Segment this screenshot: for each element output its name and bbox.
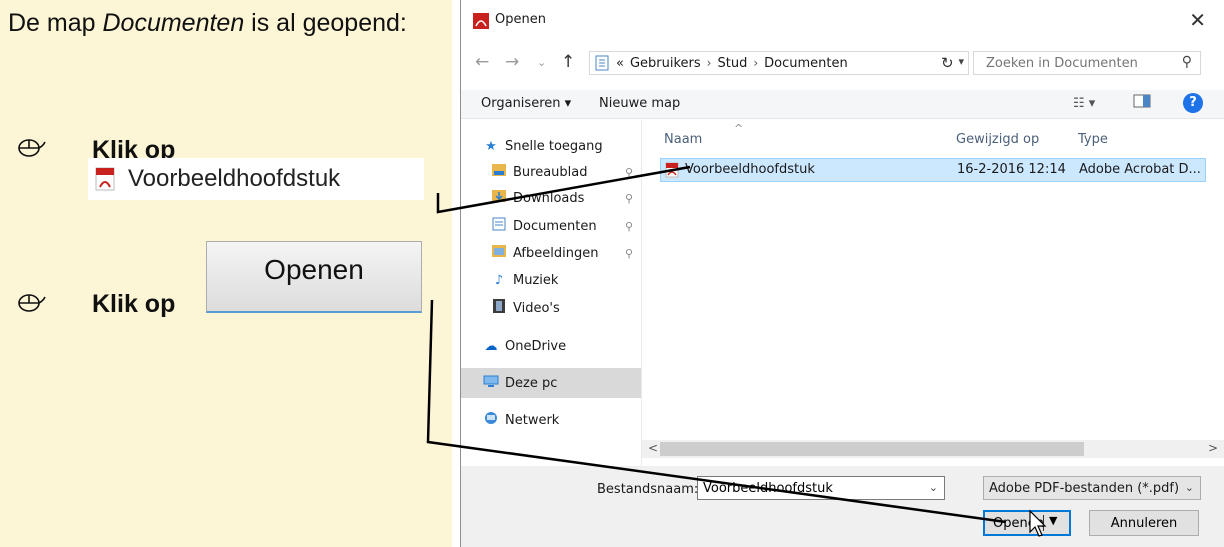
scrollbar-thumb[interactable] (660, 442, 1084, 456)
forward-arrow-icon[interactable]: → (505, 52, 519, 72)
pictures-folder-icon (491, 245, 507, 261)
breadcrumb-separator-icon: › (753, 56, 759, 70)
acrobat-icon (473, 13, 489, 29)
breadcrumb-stud[interactable]: Stud (717, 56, 747, 71)
pin-icon[interactable]: ⚲ (625, 166, 633, 179)
up-arrow-icon[interactable]: ↑ (561, 52, 575, 72)
search-box[interactable]: ⚲ (973, 51, 1201, 75)
sample-file-item: Voorbeeldhoofdstuk (88, 158, 424, 200)
close-icon[interactable]: ✕ (1189, 8, 1206, 32)
chevron-down-icon[interactable]: ⌄ (929, 481, 938, 494)
nav-netwerk[interactable]: Netwerk (483, 408, 559, 432)
nav-downloads[interactable]: Downloads (491, 186, 584, 210)
file-modified: 16-2-2016 12:14 (957, 162, 1066, 177)
network-icon (483, 411, 499, 429)
horizontal-scrollbar[interactable]: < > (642, 440, 1224, 458)
breadcrumb-documenten[interactable]: Documenten (764, 56, 848, 71)
step2-label: Klik op (92, 290, 176, 318)
scroll-right-icon[interactable]: > (1208, 441, 1218, 455)
breadcrumb-gebruikers[interactable]: Gebruikers (630, 56, 701, 71)
filetype-select[interactable]: Adobe PDF-bestanden (*.pdf) ⌄ (983, 476, 1201, 500)
recent-chevron-icon[interactable]: ⌄ (537, 56, 546, 69)
sample-file-name: Voorbeeldhoofdstuk (128, 165, 341, 192)
pin-icon[interactable]: ⚲ (625, 192, 633, 205)
file-list: Naam ^ Gewijzigd op Type Voorbeeldhoofds… (642, 120, 1224, 466)
view-options-icon[interactable]: ☷ ▾ (1073, 96, 1095, 111)
preview-pane-icon[interactable] (1133, 94, 1151, 112)
open-dropdown-arrow-icon[interactable]: ▼ (1049, 514, 1057, 527)
pdf-file-icon (665, 162, 679, 178)
navigation-pane: ★ Snelle toegang Bureaublad ⚲ Downloads ⚲… (461, 120, 642, 466)
filename-combobox[interactable]: ⌄ (697, 476, 945, 500)
open-button[interactable]: Openen ▼ (983, 510, 1071, 536)
address-bar[interactable]: « Gebruikers › Stud › Documenten ▾ (589, 51, 969, 75)
split-divider (1043, 515, 1044, 531)
pdf-file-icon (95, 167, 115, 191)
instruction-panel: De map Documenten is al geopend: Klik op… (0, 0, 452, 547)
desktop-folder-icon (491, 164, 507, 180)
pin-icon[interactable]: ⚲ (625, 247, 633, 260)
nav-videos[interactable]: Video's (491, 296, 560, 320)
sample-open-button: Openen (206, 241, 422, 313)
nav-muziek[interactable]: ♪ Muziek (491, 268, 559, 292)
organize-button[interactable]: Organiseren ▾ (481, 96, 571, 111)
pc-icon (483, 375, 499, 391)
nav-documenten[interactable]: Documenten (491, 214, 597, 238)
command-bar: Organiseren ▾ Nieuwe map ☷ ▾ ? (461, 90, 1224, 119)
star-icon: ★ (485, 138, 497, 154)
title-bar: Openen ✕ (461, 0, 1224, 42)
folder-name: Documenten (102, 9, 245, 37)
nav-afbeeldingen[interactable]: Afbeeldingen (491, 241, 598, 265)
search-icon[interactable]: ⚲ (1182, 54, 1192, 70)
navigation-bar: ← → ⌄ ↑ « Gebruikers › Stud › Documenten… (461, 48, 1224, 78)
column-header-name[interactable]: Naam (664, 132, 702, 147)
back-arrow-icon[interactable]: ← (475, 52, 489, 72)
chevron-down-icon[interactable]: ⌄ (1185, 481, 1194, 494)
mouse-icon (18, 294, 46, 312)
sort-ascending-icon: ^ (734, 122, 744, 135)
filename-input[interactable] (701, 477, 925, 499)
nav-onedrive[interactable]: ☁ OneDrive (483, 334, 567, 358)
open-dialog: Openen ✕ ← → ⌄ ↑ « Gebruikers › Stud › D… (460, 0, 1224, 547)
dialog-footer: Bestandsnaam: ⌄ Adobe PDF-bestanden (*.p… (461, 466, 1224, 547)
scroll-left-icon[interactable]: < (648, 441, 658, 455)
address-overflow[interactable]: « (616, 56, 624, 71)
new-folder-button[interactable]: Nieuwe map (599, 96, 680, 111)
intro-text: De map Documenten is al geopend: (8, 9, 407, 37)
filename-label: Bestandsnaam: (597, 482, 699, 497)
file-name: Voorbeeldhoofdstuk (685, 162, 815, 177)
refresh-icon[interactable]: ↻ (941, 54, 954, 72)
column-header-modified[interactable]: Gewijzigd op (956, 132, 1039, 147)
file-row[interactable]: Voorbeeldhoofdstuk 16-2-2016 12:14 Adobe… (660, 158, 1206, 182)
cancel-button[interactable]: Annuleren (1089, 510, 1199, 536)
pin-icon[interactable]: ⚲ (625, 220, 633, 233)
documents-folder-icon (491, 217, 507, 235)
video-folder-icon (491, 299, 507, 317)
column-header-type[interactable]: Type (1078, 132, 1108, 147)
documents-folder-icon (595, 55, 609, 71)
address-dropdown-icon[interactable]: ▾ (958, 55, 964, 68)
help-icon[interactable]: ? (1183, 93, 1203, 113)
dialog-title: Openen (495, 12, 546, 27)
mouse-icon (18, 139, 46, 157)
nav-deze-pc[interactable]: Deze pc (483, 371, 557, 395)
music-note-icon: ♪ (494, 272, 504, 288)
downloads-folder-icon (491, 190, 507, 206)
file-type: Adobe Acrobat D... (1079, 162, 1201, 177)
nav-bureaublad[interactable]: Bureaublad (491, 160, 588, 184)
nav-quick-access[interactable]: ★ Snelle toegang (483, 134, 602, 158)
search-input[interactable] (984, 52, 1168, 74)
cloud-icon: ☁ (484, 338, 498, 354)
breadcrumb-separator-icon: › (706, 56, 712, 70)
